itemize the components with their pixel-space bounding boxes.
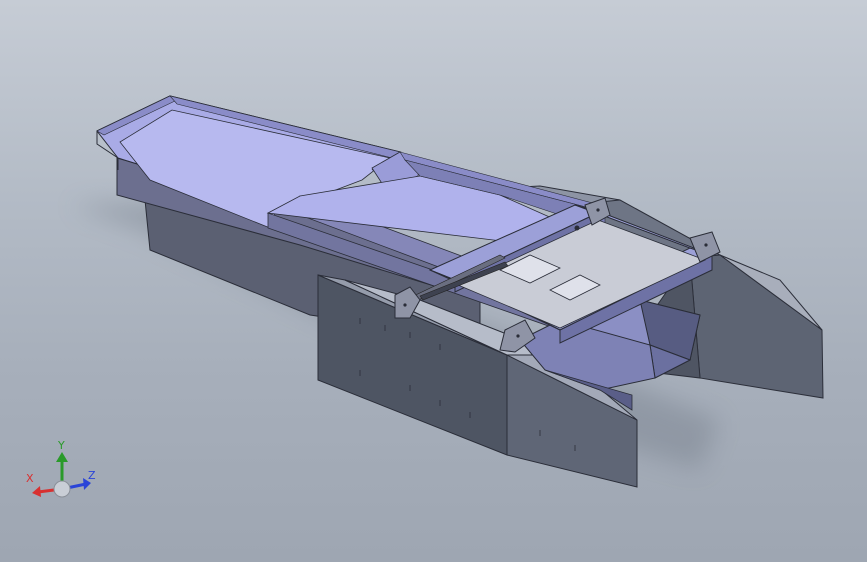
axis-triad[interactable]: Y X Z [20, 440, 110, 510]
cad-viewport[interactable]: Y X Z [0, 0, 867, 562]
axis-label-x: X [26, 472, 34, 485]
catamaran-3d-model[interactable] [0, 0, 867, 562]
axis-label-z: Z [88, 469, 96, 482]
axis-label-y: Y [58, 439, 65, 452]
